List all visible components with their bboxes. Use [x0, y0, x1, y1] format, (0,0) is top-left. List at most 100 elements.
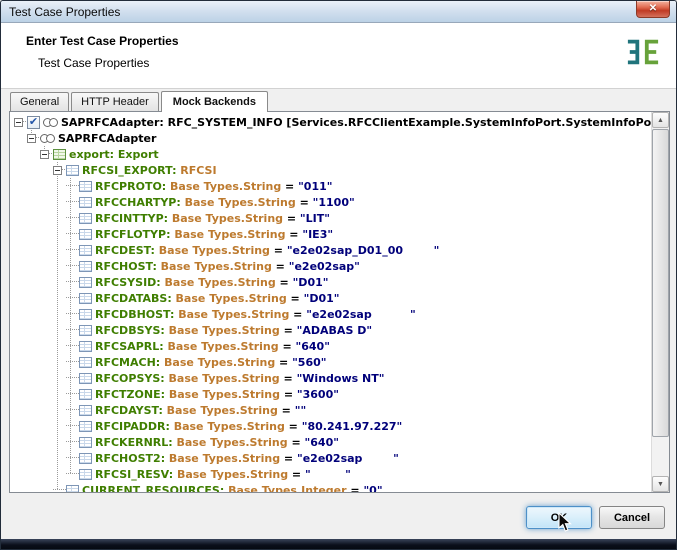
tree-connector [66, 258, 79, 274]
tab-mock-backends[interactable]: Mock Backends [161, 91, 268, 112]
tree-scrollbar[interactable]: ▲ ▼ [651, 112, 669, 492]
app-logo-icon [626, 39, 660, 70]
tree-text: CURRENT_RESOURCES: [82, 484, 224, 493]
mouse-cursor-icon [558, 512, 572, 533]
grid-icon [79, 261, 92, 272]
header-subtitle: Test Case Properties [38, 56, 149, 70]
tree-text: Base Types.String [173, 436, 288, 449]
scroll-up-button[interactable]: ▲ [652, 112, 669, 128]
tab-http-header[interactable]: HTTP Header [71, 92, 159, 111]
tree-connector [66, 434, 79, 450]
titlebar[interactable]: Test Case Properties [1, 1, 676, 23]
tree-text: Base Types.String [165, 452, 280, 465]
tree-expander-icon[interactable] [53, 166, 62, 175]
tree-row[interactable]: RFCSAPRL: Base Types.String = "640" [10, 338, 651, 354]
tree-row[interactable]: RFCKERNRL: Base Types.String = "640" [10, 434, 651, 450]
tree-text: "e2e02sap" [289, 260, 360, 273]
tree-text: Base Types.String [181, 196, 296, 209]
tree-row[interactable]: RFCTZONE: Base Types.String = "3600" [10, 386, 651, 402]
tree-guide [57, 162, 58, 490]
tree-connector [66, 306, 79, 322]
tree-connector [66, 370, 79, 386]
tree-row[interactable]: RFCDBHOST: Base Types.String = "e2e02sap… [10, 306, 651, 322]
tree-text: = [270, 244, 287, 257]
tree-text: = [281, 180, 298, 193]
tree-text: Base Types.String [173, 468, 288, 481]
tree-expander-icon[interactable] [27, 134, 36, 143]
grid-icon [79, 437, 92, 448]
tree-text: RFCHOST: [95, 260, 157, 273]
tree-row[interactable]: RFCDBSYS: Base Types.String = "ADABAS D" [10, 322, 651, 338]
tree-row[interactable]: RFCSI_RESV: Base Types.String = " " [10, 466, 651, 482]
tree-text: RFCHOST2: [95, 452, 165, 465]
tree-row[interactable]: CURRENT_RESOURCES: Base Types.Integer = … [10, 482, 651, 492]
tree-row[interactable]: ✔SAPRFCAdapter: RFC_SYSTEM_INFO [Service… [10, 114, 651, 130]
tree-text: RFCOPSYS: [95, 372, 165, 385]
tree-row[interactable]: RFCFLOTYP: Base Types.String = "IE3" [10, 226, 651, 242]
tree-text: RFCKERNRL: [95, 436, 173, 449]
tree-row[interactable]: RFCIPADDR: Base Types.String = "80.241.9… [10, 418, 651, 434]
tree-connector [66, 242, 79, 258]
tree-row[interactable]: RFCDEST: Base Types.String = "e2e02sap_D… [10, 242, 651, 258]
tree-text: "640" [305, 436, 339, 449]
tree-connector [66, 466, 79, 482]
tree-row[interactable]: RFCINTTYP: Base Types.String = "LIT" [10, 210, 651, 226]
tree-text: = [288, 468, 305, 481]
tree-text: RFCDBHOST: [95, 308, 174, 321]
tree-connector [66, 178, 79, 194]
scroll-down-button[interactable]: ▼ [652, 476, 669, 492]
tree-row[interactable]: RFCMACH: Base Types.String = "560" [10, 354, 651, 370]
tree-row[interactable]: RFCCHARTYP: Base Types.String = "1100" [10, 194, 651, 210]
tree-text: RFCSYSID: [95, 276, 161, 289]
tab-bar: General HTTP Header Mock Backends [10, 89, 270, 111]
wizard-header: Enter Test Case Properties Test Case Pro… [1, 23, 676, 89]
tab-general[interactable]: General [10, 92, 69, 111]
checkmark-icon: ✔ [29, 116, 38, 127]
tree-rows: ✔SAPRFCAdapter: RFC_SYSTEM_INFO [Service… [10, 112, 651, 492]
tree-view: ✔SAPRFCAdapter: RFC_SYSTEM_INFO [Service… [10, 112, 651, 492]
tree-row[interactable]: RFCPROTO: Base Types.String = "011" [10, 178, 651, 194]
tree-expander-icon[interactable] [14, 118, 23, 127]
tree-row[interactable]: RFCHOST2: Base Types.String = "e2e02sap … [10, 450, 651, 466]
tree-row[interactable]: RFCDAYST: Base Types.String = "" [10, 402, 651, 418]
close-button[interactable]: ✕ [636, 1, 670, 18]
cancel-button[interactable]: Cancel [599, 506, 665, 529]
tree-text: RFCSI_RESV: [95, 468, 173, 481]
tree-text: = [347, 484, 364, 493]
tree-text: Base Types.String [170, 228, 285, 241]
tree-row[interactable]: RFCSI_EXPORT: RFCSI [10, 162, 651, 178]
tree-row[interactable]: export: Export [10, 146, 651, 162]
tree-text: RFCSAPRL: [95, 340, 164, 353]
tree-row[interactable]: RFCDATABS: Base Types.String = "D01" [10, 290, 651, 306]
tree-text: Base Types.String [157, 260, 272, 273]
tree-text: = [280, 452, 297, 465]
tree-text: = [285, 420, 302, 433]
scrollbar-thumb[interactable] [652, 129, 669, 437]
tree-text: = [272, 260, 289, 273]
tree-row[interactable]: SAPRFCAdapter [10, 130, 651, 146]
tree-row[interactable]: RFCSYSID: Base Types.String = "D01" [10, 274, 651, 290]
node-checkbox[interactable]: ✔ [27, 116, 40, 129]
tree-expander-icon[interactable] [40, 150, 49, 159]
tree-text: RFCPROTO: [95, 180, 166, 193]
tree-text: Base Types.String [165, 372, 280, 385]
tree-text: "1100" [313, 196, 355, 209]
tree-text: Base Types.String [172, 292, 287, 305]
grid-icon [79, 181, 92, 192]
tree-text: RFCTZONE: [95, 388, 165, 401]
tree-text: Base Types.String [161, 276, 276, 289]
grid-icon [79, 373, 92, 384]
grid-icon [79, 389, 92, 400]
tree-text: export: [69, 148, 114, 161]
tree-text: = [288, 436, 305, 449]
tree-connector [66, 290, 79, 306]
mock-backends-panel: ✔SAPRFCAdapter: RFC_SYSTEM_INFO [Service… [9, 111, 670, 493]
grid-icon [79, 197, 92, 208]
tree-text: "ADABAS D" [297, 324, 372, 337]
tree-row[interactable]: RFCOPSYS: Base Types.String = "Windows N… [10, 370, 651, 386]
tree-text: = [296, 196, 313, 209]
tree-row[interactable]: RFCHOST: Base Types.String = "e2e02sap" [10, 258, 651, 274]
scroll-down-icon: ▼ [657, 481, 664, 488]
tree-text: "e2e02sap " [297, 452, 399, 465]
tree-text: Base Types.String [174, 308, 289, 321]
